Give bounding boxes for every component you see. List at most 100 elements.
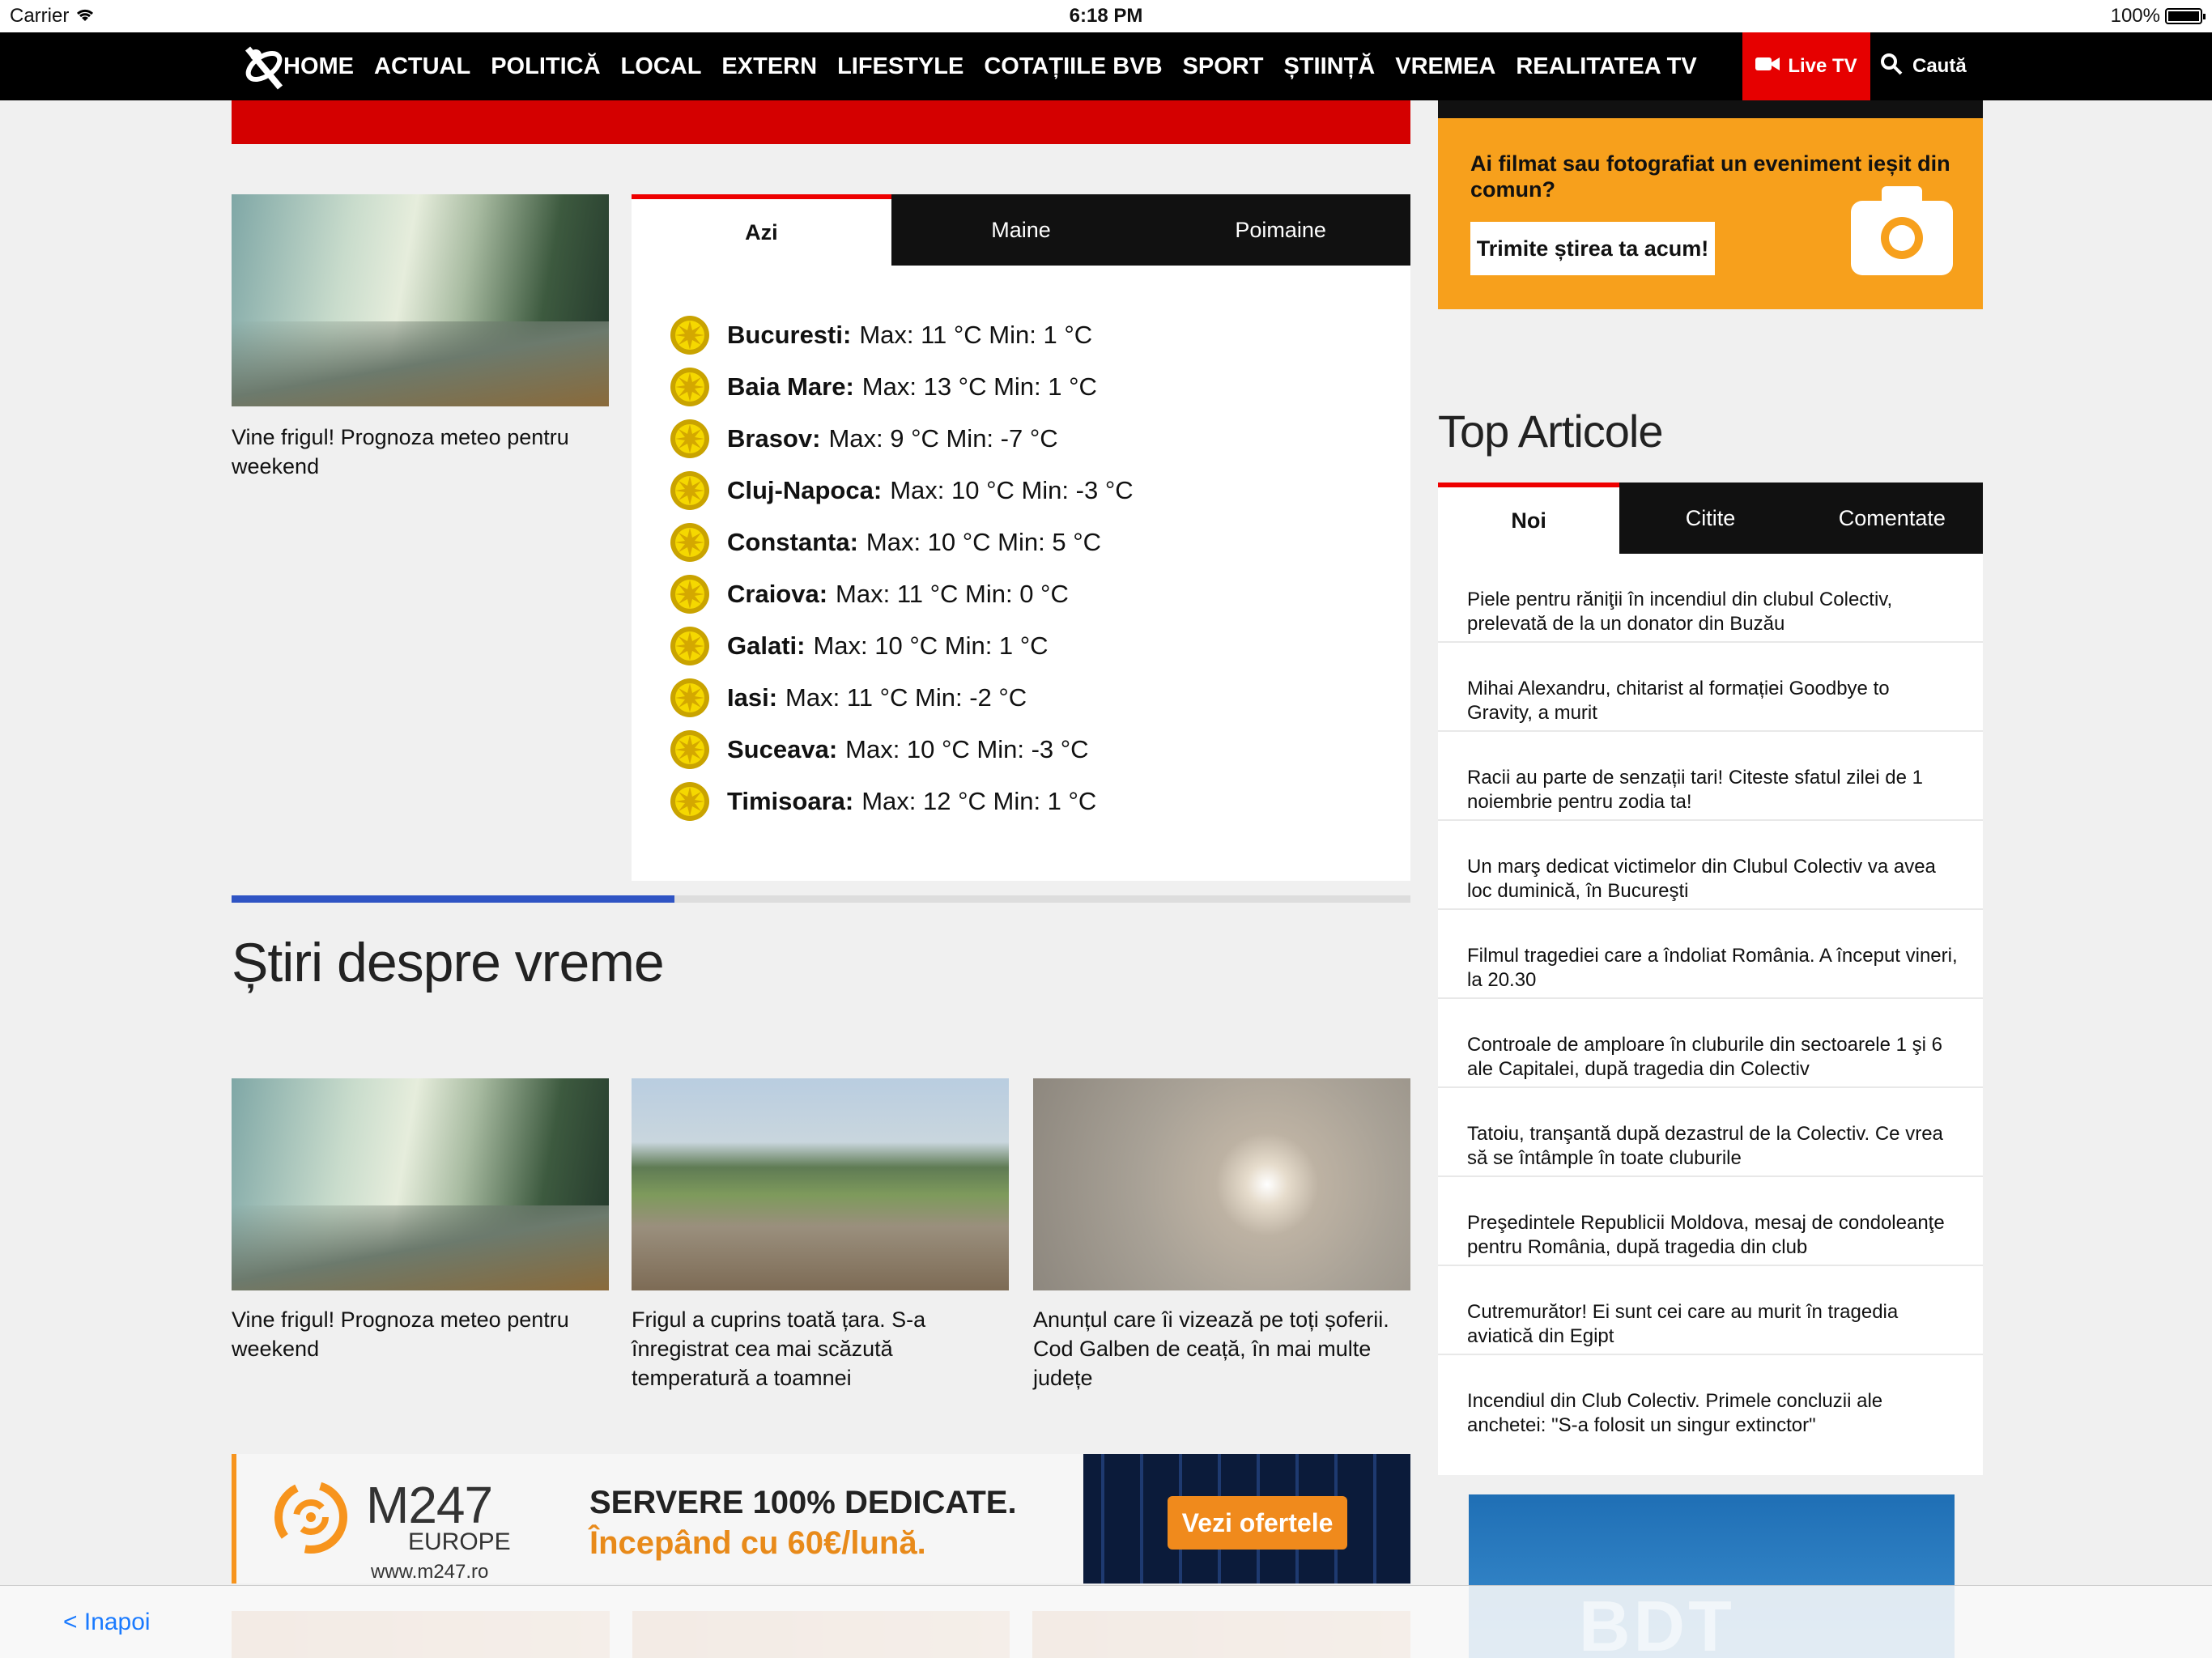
nav-item-cotatiile-bvb[interactable]: COTAȚIILE BVB: [984, 53, 1162, 80]
camera-icon: [1851, 186, 1953, 275]
weather-row: Suceava: Max: 10 °C Min: -3 °C: [669, 724, 1089, 776]
nav-item-sport[interactable]: SPORT: [1183, 53, 1264, 80]
weather-row: Timisoara: Max: 12 °C Min: 1 °C: [669, 776, 1096, 827]
live-tv-label: Live TV: [1788, 55, 1857, 77]
ad-brand: M247: [366, 1476, 493, 1534]
sun-icon: [670, 523, 709, 562]
top-article-item[interactable]: Controale de amploare în cluburile din s…: [1438, 999, 1983, 1088]
nav-item-stiinta[interactable]: ȘTIINȚĂ: [1283, 53, 1375, 80]
weather-temps: Max: 9 °C Min: -7 °C: [828, 424, 1058, 453]
top-article-item[interactable]: Un marş dedicat victimelor din Clubul Co…: [1438, 821, 1983, 910]
top-article-item[interactable]: Piele pentru răniţii în incendiul din cl…: [1438, 554, 1983, 643]
top-article-item[interactable]: Mihai Alexandru, chitarist al formației …: [1438, 643, 1983, 732]
live-tv-button[interactable]: Live TV: [1742, 32, 1870, 100]
weather-city: Craiova:: [727, 580, 828, 608]
weather-row: Baia Mare: Max: 13 °C Min: 1 °C: [669, 361, 1097, 413]
weather-city: Timisoara:: [727, 787, 854, 815]
sun-icon: [670, 678, 709, 717]
nav-item-home[interactable]: HOME: [283, 53, 354, 80]
weather-temps: Max: 13 °C Min: 1 °C: [861, 372, 1097, 401]
top-article-item[interactable]: Cutremurător! Ei sunt cei care au murit …: [1438, 1266, 1983, 1355]
ad-offers-button[interactable]: Vezi ofertele: [1168, 1496, 1347, 1550]
back-button[interactable]: < Inapoi: [63, 1609, 151, 1636]
bdt-ad-text: BDT: [1579, 1586, 1735, 1658]
top-article-item[interactable]: Incendiul din Club Colectiv. Primele con…: [1438, 1355, 1983, 1444]
sun-icon: [670, 627, 709, 665]
weather-city: Constanta:: [727, 528, 858, 556]
section-progress-bar: [232, 895, 1410, 903]
top-article-item[interactable]: Tatoiu, tranşantă după dezastrul de la C…: [1438, 1088, 1983, 1177]
site-logo-icon[interactable]: [241, 40, 287, 92]
weather-temps: Max: 11 °C Min: 0 °C: [836, 580, 1069, 608]
nav-item-actual[interactable]: ACTUAL: [374, 53, 470, 80]
top-navigation: HOME ACTUAL POLITICĂ LOCAL EXTERN LIFEST…: [0, 32, 2212, 100]
featured-article-caption[interactable]: Vine frigul! Prognoza meteo pentru weeke…: [232, 423, 609, 481]
tab-citite[interactable]: Citite: [1619, 483, 1802, 554]
sun-icon: [670, 575, 709, 614]
search-button[interactable]: Caută: [1880, 32, 1967, 100]
top-article-item[interactable]: Racii au parte de senzații tari! Citeste…: [1438, 732, 1983, 821]
nav-menu: HOME ACTUAL POLITICĂ LOCAL EXTERN LIFEST…: [283, 32, 1697, 100]
red-banner: [232, 100, 1410, 144]
weather-row: Brasov: Max: 9 °C Min: -7 °C: [669, 413, 1058, 465]
weather-row: Constanta: Max: 10 °C Min: 5 °C: [669, 517, 1101, 568]
weather-day-tabs: Azi Maine Poimaine: [632, 194, 1411, 266]
tab-noi[interactable]: Noi: [1438, 483, 1620, 554]
weather-city: Iasi:: [727, 683, 778, 712]
video-camera-icon: [1755, 55, 1780, 78]
article-image[interactable]: [1033, 1078, 1410, 1290]
nav-item-lifestyle[interactable]: LIFESTYLE: [837, 53, 963, 80]
section-title: Știri despre vreme: [232, 932, 665, 993]
nav-item-realitatea-tv[interactable]: REALITATEA TV: [1516, 53, 1696, 80]
search-label: Caută: [1912, 55, 1967, 77]
sun-icon: [670, 419, 709, 458]
tab-azi[interactable]: Azi: [632, 194, 891, 266]
weather-temps: Max: 10 °C Min: -3 °C: [890, 476, 1134, 504]
sun-icon: [670, 316, 709, 355]
tab-maine[interactable]: Maine: [891, 194, 1151, 266]
top-articles-tabs: Noi Citite Comentate: [1438, 483, 1983, 554]
weather-city: Galati:: [727, 631, 806, 660]
weather-row: Cluj-Napoca: Max: 10 °C Min: -3 °C: [669, 465, 1134, 517]
article-image[interactable]: [632, 1078, 1009, 1290]
weather-temps: Max: 11 °C Min: -2 °C: [785, 683, 1027, 712]
sun-icon: [670, 368, 709, 406]
submit-news-button[interactable]: Trimite știrea ta acum!: [1470, 222, 1715, 275]
weather-temps: Max: 11 °C Min: 1 °C: [859, 321, 1093, 349]
nav-item-politica[interactable]: POLITICĂ: [491, 53, 600, 80]
bottom-toolbar: < Inapoi: [0, 1585, 2212, 1658]
ad-region: EUROPE: [408, 1528, 511, 1555]
featured-article-image[interactable]: [232, 194, 609, 406]
weather-city: Baia Mare:: [727, 372, 854, 401]
article-caption[interactable]: Vine frigul! Prognoza meteo pentru weeke…: [232, 1305, 609, 1363]
weather-city: Brasov:: [727, 424, 821, 453]
top-article-item[interactable]: Preşedintele Republicii Moldova, mesaj d…: [1438, 1177, 1983, 1266]
m247-logo-icon: [272, 1477, 350, 1558]
status-bar: Carrier 6:18 PM 100%: [0, 0, 2212, 32]
sidebar-divider: [1438, 100, 1983, 118]
article-image[interactable]: [232, 1078, 609, 1290]
weather-row: Craiova: Max: 11 °C Min: 0 °C: [669, 568, 1069, 620]
tab-comentate[interactable]: Comentate: [1801, 483, 1983, 554]
weather-row: Bucuresti: Max: 11 °C Min: 1 °C: [669, 309, 1092, 361]
clock: 6:18 PM: [1069, 5, 1143, 27]
nav-item-local[interactable]: LOCAL: [621, 53, 702, 80]
weather-temps: Max: 10 °C Min: 1 °C: [813, 631, 1049, 660]
battery-icon: [2165, 8, 2206, 24]
battery-percent: 100%: [2110, 5, 2160, 27]
article-caption[interactable]: Frigul a cuprins toată țara. S-a înregis…: [632, 1305, 1009, 1392]
m247-advertisement[interactable]: M247 EUROPE www.m247.ro SERVERE 100% DED…: [232, 1454, 1410, 1584]
weather-temps: Max: 10 °C Min: 5 °C: [866, 528, 1101, 556]
weather-temps: Max: 12 °C Min: 1 °C: [861, 787, 1097, 815]
article-caption[interactable]: Anunțul care îi vizează pe toți șoferii.…: [1033, 1305, 1410, 1392]
weather-temps: Max: 10 °C Min: -3 °C: [845, 735, 1089, 763]
tab-poimaine[interactable]: Poimaine: [1151, 194, 1411, 266]
sun-icon: [670, 782, 709, 821]
top-article-item[interactable]: Filmul tragediei care a îndoliat România…: [1438, 910, 1983, 999]
ad-subline: Începând cu 60€/lună.: [589, 1525, 926, 1561]
weather-city: Suceava:: [727, 735, 838, 763]
weather-row: Iasi: Max: 11 °C Min: -2 °C: [669, 672, 1027, 724]
ad-url: www.m247.ro: [371, 1561, 489, 1583]
nav-item-vremea[interactable]: VREMEA: [1395, 53, 1495, 80]
nav-item-extern[interactable]: EXTERN: [721, 53, 817, 80]
